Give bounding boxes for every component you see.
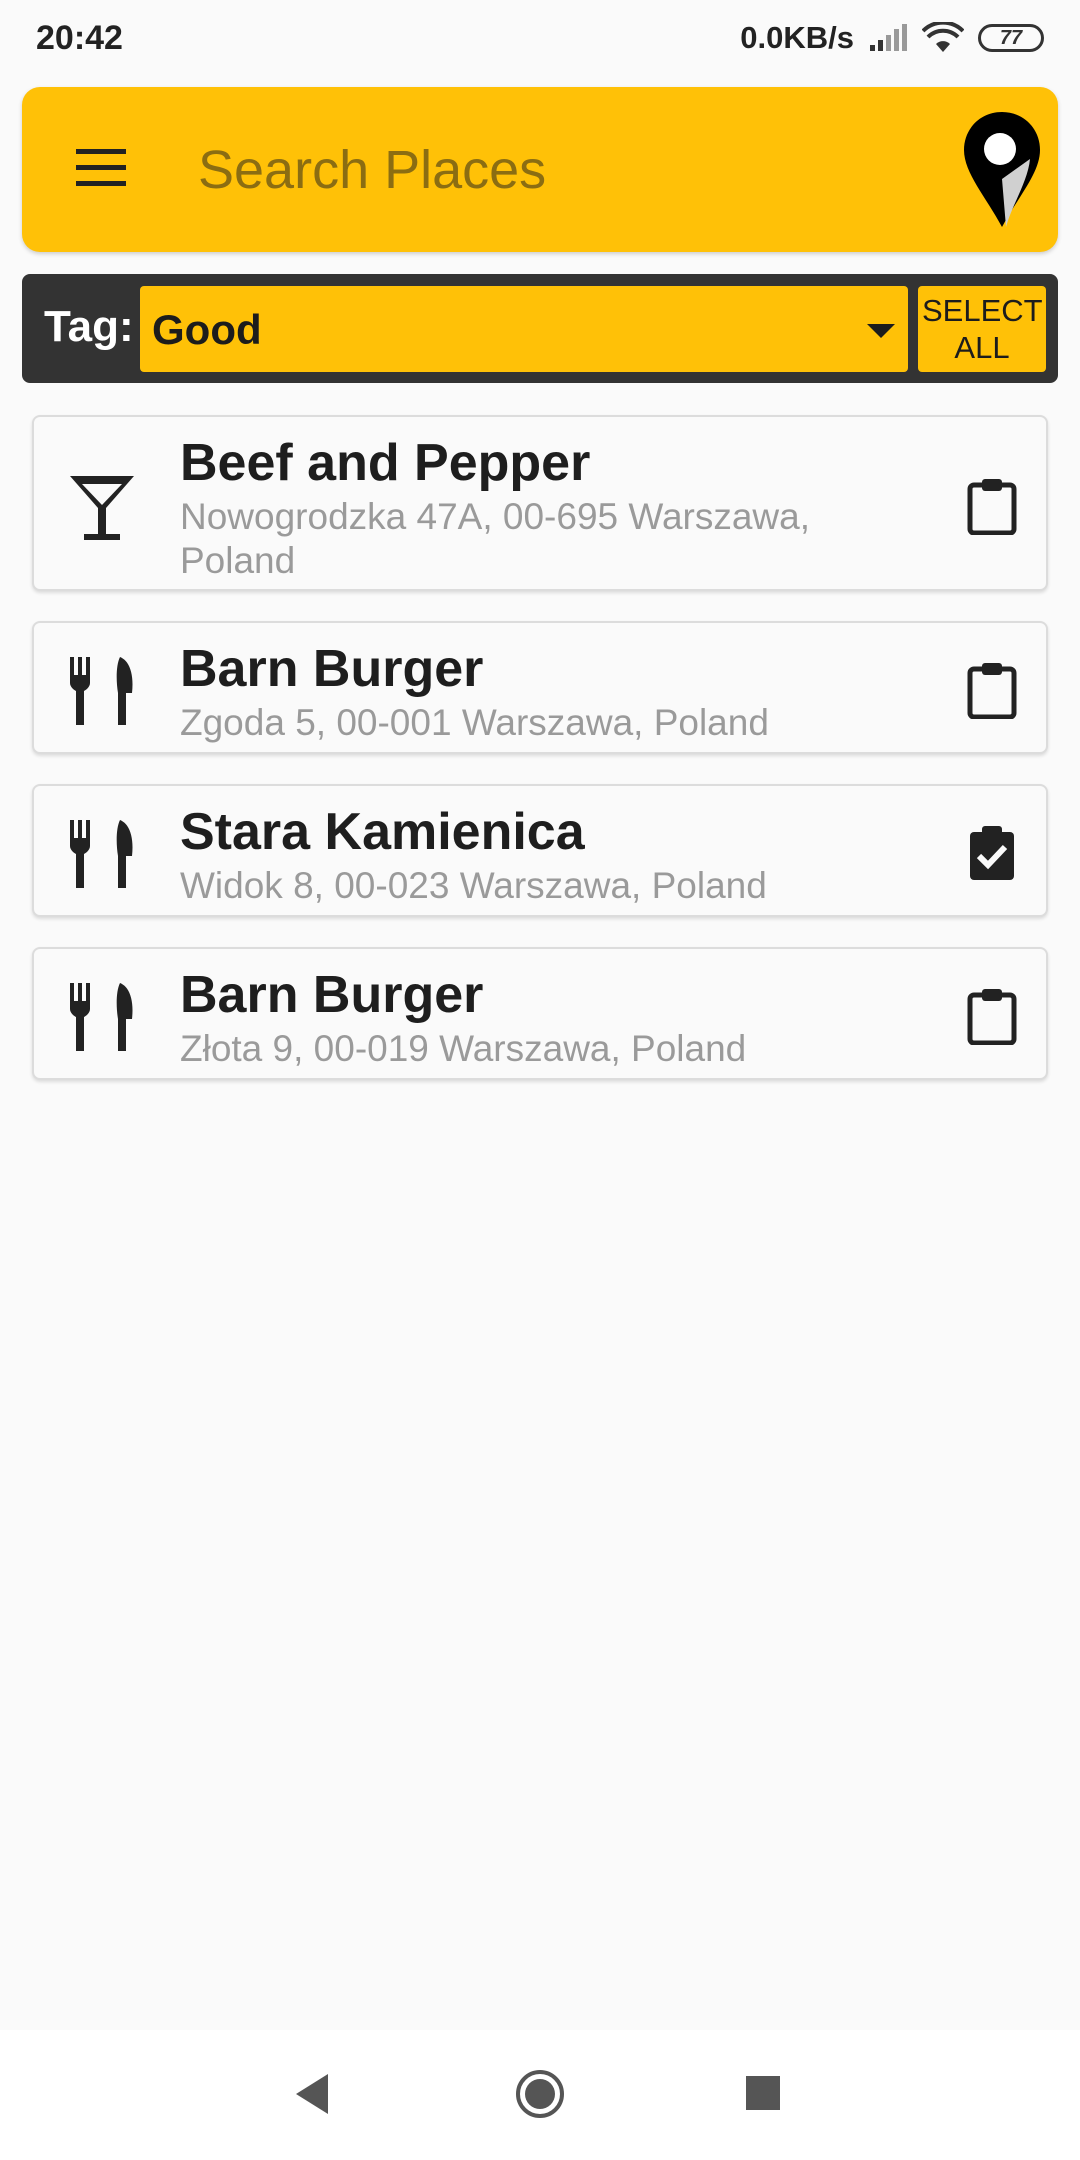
- battery-icon: 77: [978, 24, 1044, 52]
- place-name: Barn Burger: [180, 966, 484, 1024]
- network-speed: 0.0KB/s: [740, 20, 854, 55]
- status-time: 20:42: [36, 18, 123, 57]
- select-all-button[interactable]: SELECT ALL: [918, 286, 1046, 372]
- status-bar: 20:42 0.0KB/s 77: [0, 0, 1080, 76]
- clipboard-check-icon[interactable]: [966, 824, 1018, 882]
- tag-filter-bar: Tag: Good SELECT ALL: [22, 274, 1058, 383]
- wifi-icon: [922, 22, 964, 52]
- back-icon[interactable]: [292, 2072, 332, 2116]
- system-nav-bar: [0, 2030, 1080, 2160]
- status-indicators: 0.0KB/s 77: [740, 20, 1044, 56]
- place-card[interactable]: Beef and Pepper Nowogrodzka 47A, 00-695 …: [32, 415, 1048, 591]
- search-bar: [22, 87, 1058, 252]
- place-name: Barn Burger: [180, 640, 484, 698]
- tag-label: Tag:: [44, 302, 134, 351]
- hamburger-menu-icon[interactable]: [74, 143, 130, 193]
- clipboard-icon[interactable]: [966, 477, 1018, 535]
- clipboard-icon[interactable]: [966, 661, 1018, 719]
- map-pin-icon[interactable]: [960, 109, 1044, 231]
- place-card[interactable]: Barn Burger Złota 9, 00-019 Warszawa, Po…: [32, 947, 1048, 1080]
- place-address: Nowogrodzka 47A, 00-695 Warszawa, Poland: [180, 496, 810, 581]
- fork-knife-icon: [70, 820, 133, 888]
- signal-icon: [870, 24, 907, 51]
- place-card[interactable]: Barn Burger Zgoda 5, 00-001 Warszawa, Po…: [32, 621, 1048, 754]
- cocktail-icon: [70, 476, 134, 540]
- place-card[interactable]: Stara Kamienica Widok 8, 00-023 Warszawa…: [32, 784, 1048, 917]
- tag-dropdown[interactable]: Good: [140, 286, 908, 372]
- search-input[interactable]: [198, 125, 898, 215]
- battery-level: 77: [999, 26, 1023, 49]
- fork-knife-icon: [70, 657, 133, 725]
- place-address: Złota 9, 00-019 Warszawa, Poland: [180, 1028, 747, 1069]
- recent-apps-icon[interactable]: [746, 2076, 780, 2110]
- fork-knife-icon: [70, 983, 133, 1051]
- place-address: Widok 8, 00-023 Warszawa, Poland: [180, 865, 767, 906]
- dropdown-arrow-icon: [867, 324, 895, 338]
- home-icon[interactable]: [514, 2068, 566, 2120]
- place-name: Stara Kamienica: [180, 803, 585, 861]
- clipboard-icon[interactable]: [966, 987, 1018, 1045]
- app-screen: 20:42 0.0KB/s 77 Search Places Tag: Good…: [0, 0, 1080, 2160]
- place-name: Beef and Pepper: [180, 434, 591, 492]
- tag-selected-value: Good: [152, 306, 262, 353]
- place-address: Zgoda 5, 00-001 Warszawa, Poland: [180, 702, 769, 743]
